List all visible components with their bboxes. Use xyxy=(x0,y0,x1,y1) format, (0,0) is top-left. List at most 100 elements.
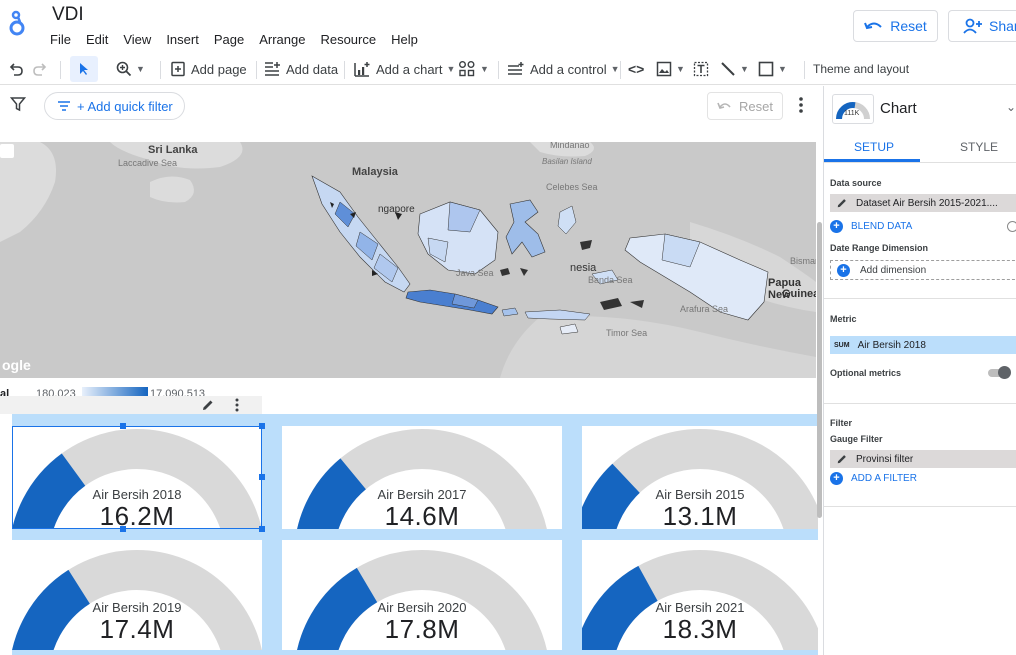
gauge-card[interactable]: Air Bersih 2018 16.2M xyxy=(12,426,262,529)
looker-studio-logo-icon[interactable] xyxy=(8,8,30,38)
canvas-reset-button[interactable]: Reset xyxy=(707,92,783,120)
add-circle-icon: + xyxy=(837,263,850,277)
gauge-card[interactable]: Air Bersih 2021 18.3M xyxy=(582,540,818,650)
menu-resource[interactable]: Resource xyxy=(320,32,376,47)
rectangle-shape-icon xyxy=(758,61,774,77)
geo-map-chart[interactable]: Sri Lanka Laccadive Sea Malaysia ngapore… xyxy=(0,142,816,378)
add-filter-button[interactable]: + ADD A FILTER xyxy=(830,472,917,485)
gauge-card[interactable]: Air Bersih 2019 17.4M xyxy=(12,540,262,650)
map-expand-icon[interactable] xyxy=(0,144,14,158)
add-page-label: Add page xyxy=(191,61,247,77)
gauge-value: 13.1M xyxy=(662,501,738,529)
undo-icon[interactable] xyxy=(8,53,24,85)
reset-button[interactable]: Reset xyxy=(853,10,938,42)
gauge-card[interactable]: Air Bersih 2017 14.6M xyxy=(282,426,562,529)
canvas-scrollbar[interactable] xyxy=(817,222,822,518)
filter-funnel-icon[interactable] xyxy=(10,96,26,112)
map-label-malaysia: Malaysia xyxy=(352,166,398,178)
map-label-celebes-sea: Celebes Sea xyxy=(546,182,598,192)
chevron-down-icon[interactable]: ⌄ xyxy=(1006,100,1016,114)
report-title[interactable]: VDI xyxy=(52,4,84,26)
add-filter-label: ADD A FILTER xyxy=(851,473,917,484)
more-vert-icon[interactable] xyxy=(798,96,804,114)
gauge-value: 16.2M xyxy=(99,501,175,529)
add-control-label: Add a control xyxy=(530,61,607,77)
app-header: VDI File Edit View Insert Page Arrange R… xyxy=(0,0,1016,52)
toolbar-divider xyxy=(620,61,621,79)
zoom-dropdown[interactable]: ▼ xyxy=(116,53,145,85)
panel-divider xyxy=(824,298,1016,299)
menu-help[interactable]: Help xyxy=(391,32,418,47)
tab-setup[interactable]: SETUP xyxy=(854,140,894,154)
map-label-mindanao: Mindanao xyxy=(550,142,590,150)
menu-bar: File Edit View Insert Page Arrange Resou… xyxy=(50,32,433,47)
editor-toolbar: ▼ Add page Add data Add a chart ▼ ▼ Add … xyxy=(0,53,1016,85)
resize-handle-top-right[interactable] xyxy=(259,423,265,429)
gauge-value: 17.8M xyxy=(384,614,460,644)
add-control-dropdown[interactable]: Add a control ▼ xyxy=(507,53,620,85)
embed-code-icon[interactable]: <> xyxy=(628,53,644,85)
resize-handle-top[interactable] xyxy=(120,423,126,429)
report-canvas[interactable]: Sri Lanka Laccadive Sea Malaysia ngapore… xyxy=(0,126,822,655)
gauge-value: 14.6M xyxy=(384,501,460,529)
share-button[interactable]: Share xyxy=(948,10,1016,42)
menu-file[interactable]: File xyxy=(50,32,71,47)
community-viz-dropdown[interactable]: ▼ xyxy=(458,53,489,85)
menu-insert[interactable]: Insert xyxy=(166,32,199,47)
add-page-button[interactable]: Add page xyxy=(170,53,247,85)
image-icon xyxy=(656,61,672,77)
add-chart-dropdown[interactable]: Add a chart ▼ xyxy=(354,53,455,85)
gauge-card[interactable]: Air Bersih 2015 13.1M xyxy=(582,426,818,529)
toolbar-divider xyxy=(256,61,257,79)
data-source-row[interactable]: Dataset Air Bersih 2015-2021.... xyxy=(830,194,1016,212)
add-person-icon xyxy=(963,18,982,34)
share-button-label: Share xyxy=(989,18,1016,34)
add-control-icon xyxy=(508,62,524,75)
chart-more-vert-icon[interactable] xyxy=(235,398,239,412)
metric-heading: Metric xyxy=(830,314,857,324)
add-data-button[interactable]: Add data xyxy=(264,53,338,85)
blend-data-button[interactable]: + BLEND DATA xyxy=(830,220,912,233)
edit-pencil-icon xyxy=(837,199,846,208)
resize-handle-bottom[interactable] xyxy=(120,526,126,532)
add-data-label: Add data xyxy=(286,61,339,77)
map-legend: al 180,023 17,090,513 xyxy=(0,378,262,414)
menu-edit[interactable]: Edit xyxy=(86,32,108,47)
line-dropdown[interactable]: ▼ xyxy=(720,53,749,85)
map-label-singapore: ngapore xyxy=(378,204,415,215)
data-source-name: Dataset Air Bersih 2015-2021.... xyxy=(856,197,998,209)
redo-icon[interactable] xyxy=(32,53,48,85)
quick-filter-label: + Add quick filter xyxy=(77,98,173,114)
shape-dropdown[interactable]: ▼ xyxy=(758,53,787,85)
resize-handle-bottom-right[interactable] xyxy=(259,526,265,532)
add-data-icon xyxy=(265,62,280,76)
blend-data-label: BLEND DATA xyxy=(851,221,913,232)
menu-view[interactable]: View xyxy=(123,32,151,47)
gauge-title: Air Bersih 2018 xyxy=(92,487,182,502)
select-pointer-icon[interactable] xyxy=(70,56,98,82)
text-box-icon[interactable] xyxy=(693,53,709,85)
theme-and-layout-button[interactable]: Theme and layout xyxy=(813,53,909,85)
add-quick-filter-button[interactable]: + Add quick filter xyxy=(44,92,185,120)
menu-arrange[interactable]: Arrange xyxy=(259,32,305,47)
menu-page[interactable]: Page xyxy=(214,32,244,47)
chart-type-selector[interactable]: 111K xyxy=(832,94,874,124)
gauge-value: 18.3M xyxy=(662,614,738,644)
panel-divider xyxy=(824,506,1016,507)
gauge-title: Air Bersih 2020 xyxy=(377,600,467,615)
gauge-card[interactable]: Air Bersih 2020 17.8M xyxy=(282,540,562,650)
help-icon[interactable] xyxy=(1007,221,1016,232)
edit-pencil-icon[interactable] xyxy=(201,398,215,412)
metric-chip[interactable]: SUM Air Bersih 2018 xyxy=(830,336,1016,354)
undo-arrow-icon xyxy=(717,102,731,109)
add-dimension-dropzone[interactable]: + Add dimension xyxy=(830,260,1016,280)
gauge-chart-type-icon xyxy=(836,102,870,120)
map-label-arafura-sea: Arafura Sea xyxy=(680,304,729,314)
resize-handle-right[interactable] xyxy=(259,474,265,480)
panel-divider xyxy=(824,162,1016,163)
panel-title: Chart xyxy=(880,100,917,117)
zoom-icon xyxy=(116,61,132,77)
gauge-filter-row[interactable]: Provinsi filter xyxy=(830,450,1016,468)
tab-style[interactable]: STYLE xyxy=(960,140,998,154)
image-dropdown[interactable]: ▼ xyxy=(656,53,685,85)
